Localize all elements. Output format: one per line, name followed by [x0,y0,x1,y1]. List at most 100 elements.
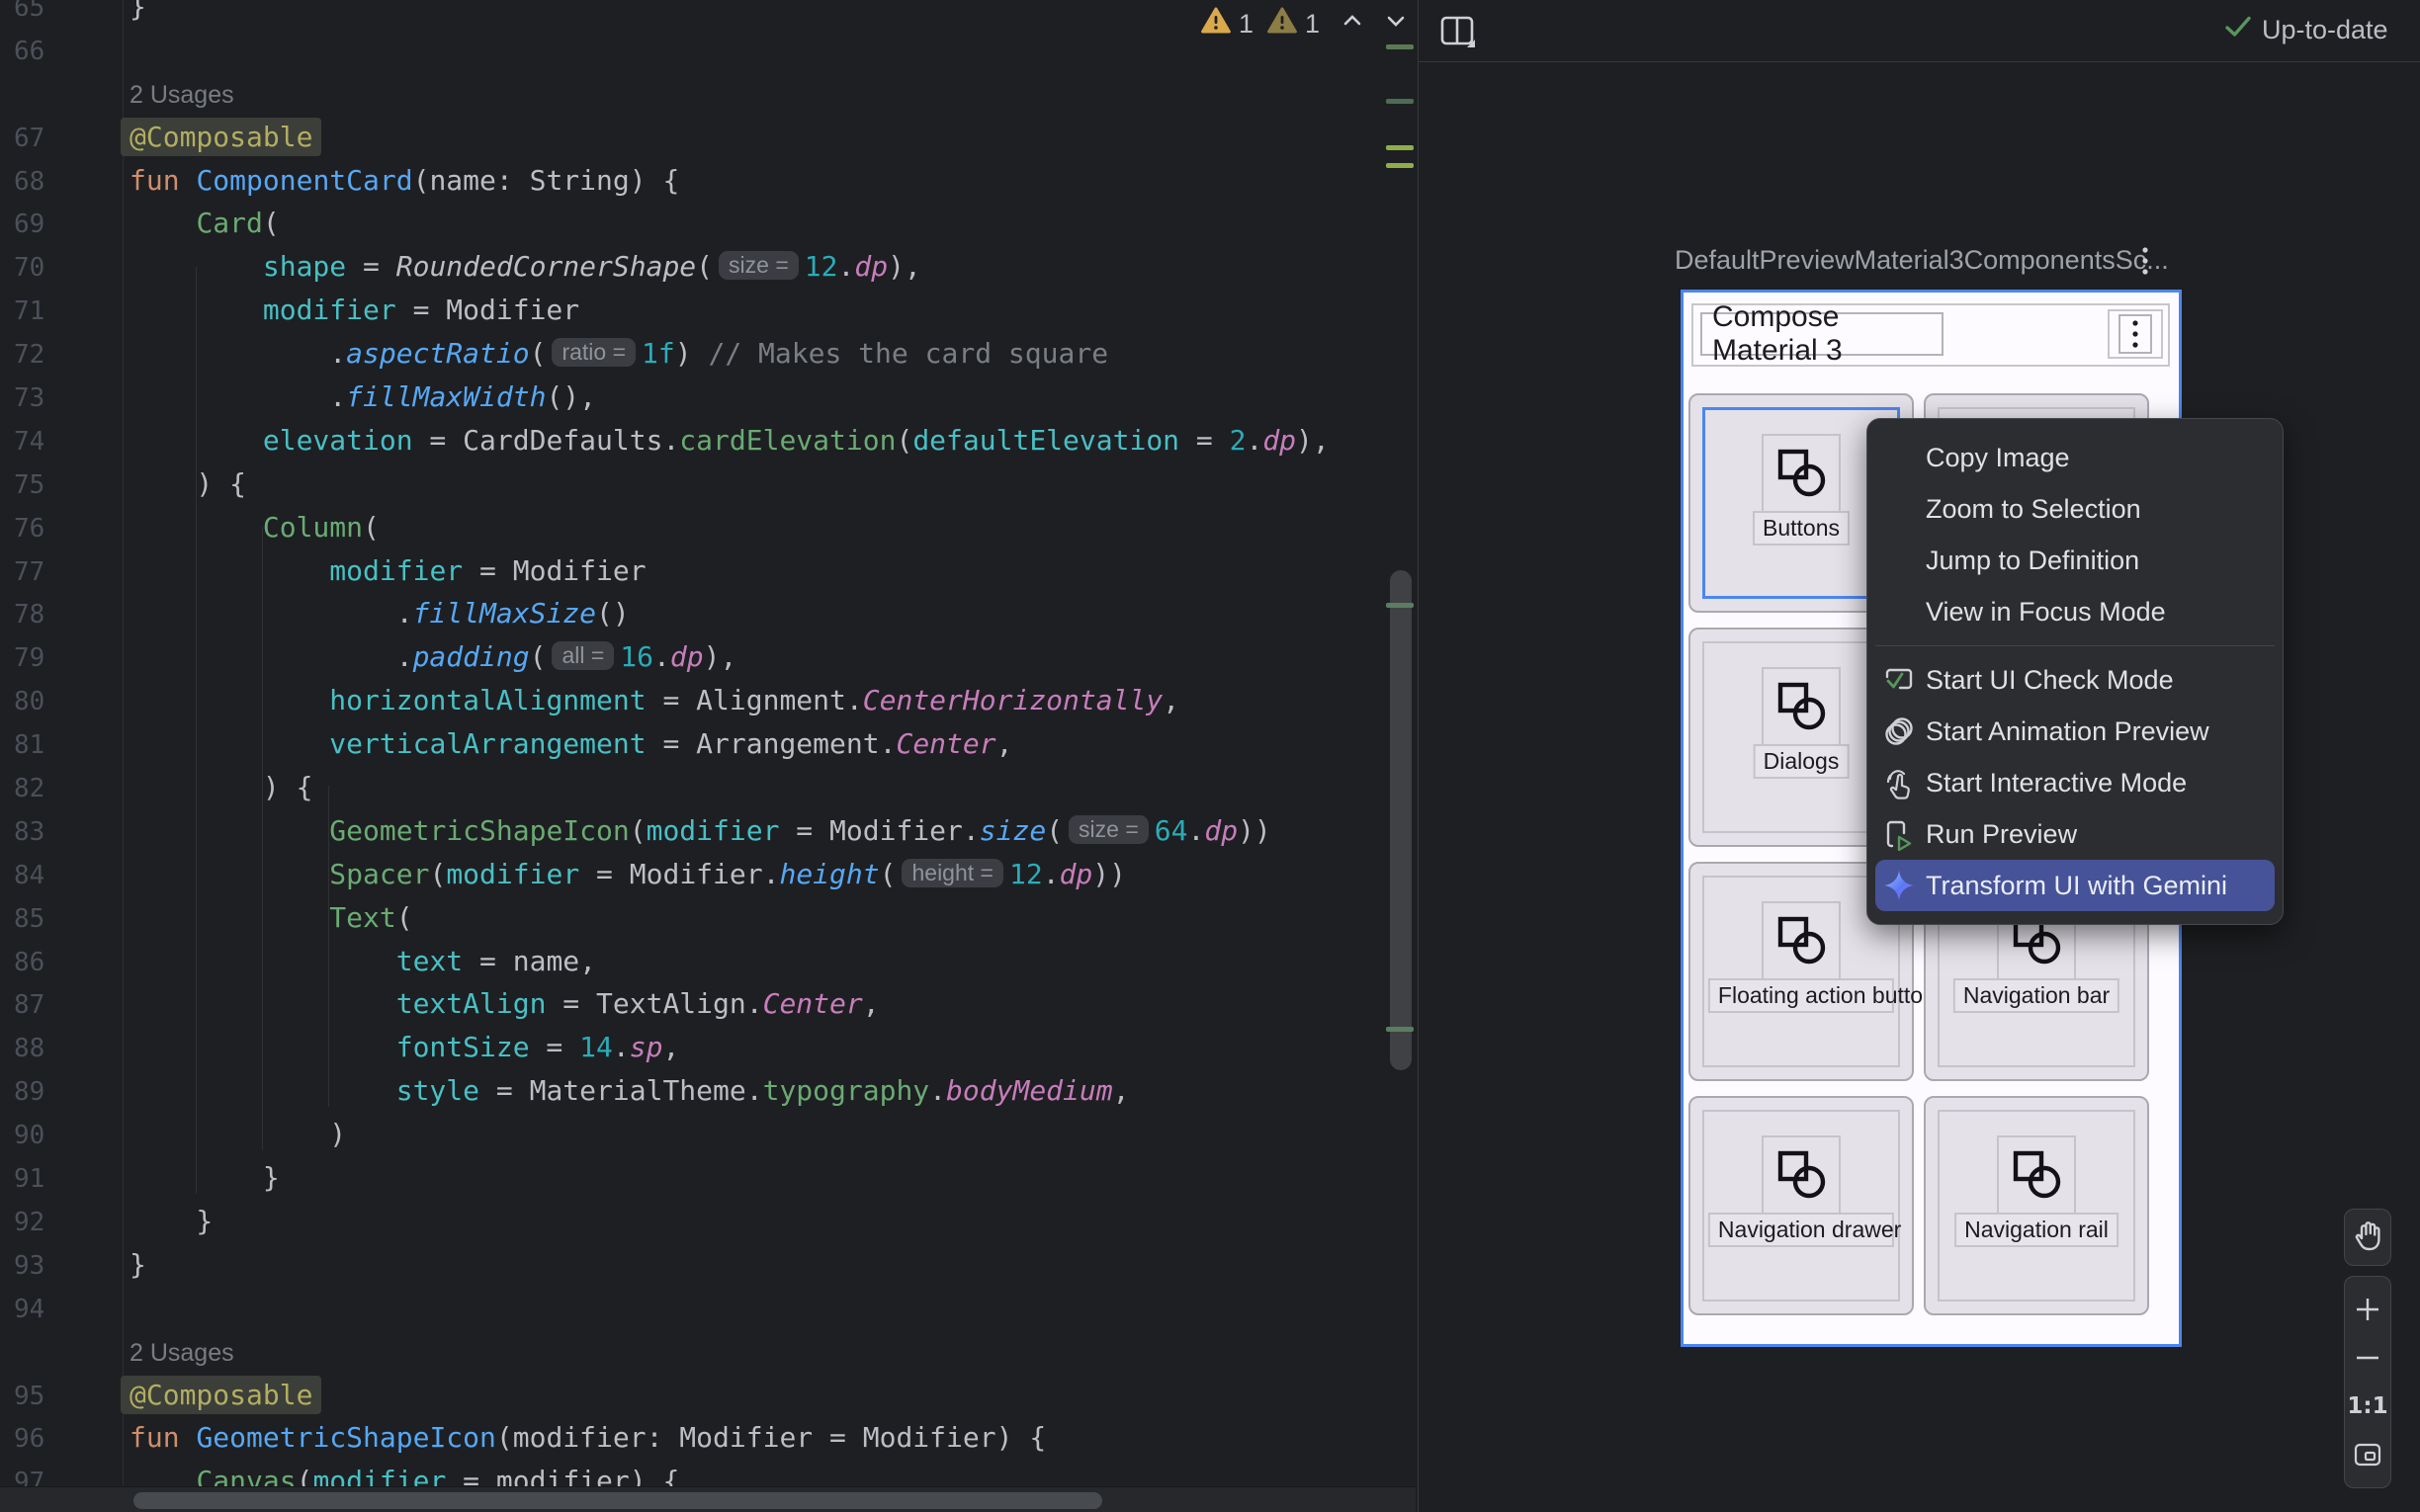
code-text: text = name, [130,945,596,977]
line-number[interactable]: 72 [14,340,44,370]
inspections-widget[interactable]: 1 1 [1201,4,1409,43]
line-number[interactable]: 75 [14,470,44,500]
menu-item-copy-image[interactable]: Copy Image [1875,432,2275,483]
line-number[interactable]: 96 [14,1424,44,1454]
code-line[interactable]: 87 textAlign = TextAlign.Center, [0,983,1416,1027]
code-line[interactable]: 85 Text( [0,897,1416,941]
line-number[interactable]: 65 [14,0,44,23]
line-number[interactable]: 85 [14,904,44,934]
pan-tool-button[interactable] [2344,1209,2391,1266]
code-line[interactable]: 76 Column( [0,507,1416,550]
appbar-kebab-icon[interactable] [2118,314,2152,354]
code-line[interactable]: 82 ) { [0,767,1416,810]
component-card-navigation-drawer[interactable]: Navigation drawer [1688,1096,1914,1315]
code-line[interactable]: 86 text = name, [0,941,1416,984]
code-line[interactable]: 80 horizontalAlignment = Alignment.Cente… [0,680,1416,723]
line-number[interactable]: 70 [14,253,44,283]
warning-icon[interactable] [1201,7,1231,42]
line-number[interactable]: 68 [14,167,44,197]
line-number[interactable]: 95 [14,1382,44,1411]
code-line[interactable]: 71 modifier = Modifier [0,290,1416,333]
line-number[interactable]: 67 [14,124,44,153]
line-number[interactable]: 69 [14,210,44,239]
code-line[interactable]: 73 .fillMaxWidth(), [0,377,1416,420]
menu-item-label: Zoom to Selection [1926,494,2141,525]
usages-hint[interactable]: 2 Usages [130,77,234,110]
line-number[interactable]: 81 [14,730,44,760]
line-number[interactable]: 86 [14,948,44,977]
line-number[interactable]: 66 [14,37,44,66]
code-line[interactable]: 69 Card( [0,203,1416,246]
appbar-kebab-frame[interactable] [2108,309,2163,359]
split-editor-icon[interactable] [1435,10,1479,53]
code-editor[interactable]: 65}662 Usages67@Composable68fun Componen… [0,0,1416,1512]
menu-item-start-interactive-mode[interactable]: Start Interactive Mode [1875,757,2275,808]
code-line[interactable]: 2 Usages [0,73,1416,117]
code-line[interactable]: 90 ) [0,1114,1416,1157]
previous-problem-chevron-up-icon[interactable] [1340,8,1365,41]
horizontal-scrollbar-thumb[interactable] [133,1492,1102,1509]
menu-item-start-animation-preview[interactable]: Start Animation Preview [1875,706,2275,757]
code-line[interactable]: 95@Composable [0,1375,1416,1418]
code-line[interactable]: 91 } [0,1157,1416,1201]
line-number[interactable]: 71 [14,296,44,326]
menu-item-transform-ui-with-gemini[interactable]: Transform UI with Gemini [1875,860,2275,911]
line-number[interactable]: 88 [14,1034,44,1063]
code-line[interactable]: 2 Usages [0,1331,1416,1375]
code-line[interactable]: 93} [0,1244,1416,1288]
code-line[interactable]: 79 .padding(all =16.dp), [0,636,1416,680]
zoom-out-button[interactable] [2351,1341,2384,1375]
line-number[interactable]: 80 [14,687,44,716]
code-line[interactable]: 83 GeometricShapeIcon(modifier = Modifie… [0,810,1416,854]
line-number[interactable]: 93 [14,1251,44,1281]
menu-item-zoom-to-selection[interactable]: Zoom to Selection [1875,483,2275,535]
line-number[interactable]: 77 [14,557,44,587]
code-line[interactable]: 72 .aspectRatio(ratio =1f) // Makes the … [0,333,1416,377]
weak-warning-icon[interactable] [1267,7,1297,42]
code-line[interactable]: 94 [0,1288,1416,1331]
line-number[interactable]: 90 [14,1121,44,1150]
preview-name-label[interactable]: DefaultPreviewMaterial3ComponentsSc... [1675,245,2129,276]
line-number[interactable]: 92 [14,1208,44,1237]
component-card-navigation-rail[interactable]: Navigation rail [1924,1096,2149,1315]
code-line[interactable]: 81 verticalArrangement = Arrangement.Cen… [0,723,1416,767]
line-number[interactable]: 76 [14,514,44,544]
code-rows: 65}662 Usages67@Composable68fun Componen… [0,0,1416,1504]
line-number[interactable]: 73 [14,383,44,413]
code-line[interactable]: 92 } [0,1201,1416,1244]
code-line[interactable]: 68fun ComponentCard(name: String) { [0,160,1416,204]
line-number[interactable]: 74 [14,427,44,457]
menu-item-view-in-focus-mode[interactable]: View in Focus Mode [1875,586,2275,637]
code-line[interactable]: 70 shape = RoundedCornerShape(size =12.d… [0,246,1416,290]
usages-hint[interactable]: 2 Usages [130,1335,234,1368]
code-line[interactable]: 77 modifier = Modifier [0,550,1416,594]
line-number[interactable]: 89 [14,1077,44,1107]
code-line[interactable]: 67@Composable [0,117,1416,160]
line-number[interactable]: 84 [14,861,44,890]
code-line[interactable]: 84 Spacer(modifier = Modifier.height(hei… [0,854,1416,897]
vertical-scrollbar-thumb[interactable] [1390,570,1412,1070]
code-line[interactable]: 89 style = MaterialTheme.typography.body… [0,1070,1416,1114]
menu-item-start-ui-check-mode[interactable]: Start UI Check Mode [1875,654,2275,706]
code-line[interactable]: 96fun GeometricShapeIcon(modifier: Modif… [0,1417,1416,1461]
line-number[interactable]: 79 [14,643,44,673]
code-line[interactable]: 88 fontSize = 14.sp, [0,1027,1416,1070]
menu-item-run-preview[interactable]: Run Preview [1875,808,2275,860]
actual-size-button[interactable]: 1:1 [2351,1389,2384,1423]
preview-status: Up-to-date [2224,14,2388,46]
code-line[interactable]: 74 elevation = CardDefaults.cardElevatio… [0,420,1416,463]
menu-item-jump-to-definition[interactable]: Jump to Definition [1875,535,2275,586]
line-number[interactable]: 94 [14,1295,44,1324]
preview-kebab-icon[interactable] [2133,243,2157,279]
line-number[interactable]: 83 [14,817,44,847]
line-number[interactable]: 78 [14,600,44,630]
zoom-in-button[interactable] [2351,1293,2384,1326]
line-number[interactable]: 82 [14,774,44,803]
code-line[interactable]: 75 ) { [0,463,1416,507]
line-number[interactable]: 87 [14,990,44,1020]
line-number[interactable]: 91 [14,1164,44,1194]
next-problem-chevron-down-icon[interactable] [1383,8,1409,41]
appbar-title-box[interactable]: Compose Material 3 [1700,312,1944,356]
fit-to-screen-button[interactable] [2351,1438,2384,1471]
code-line[interactable]: 78 .fillMaxSize() [0,593,1416,636]
